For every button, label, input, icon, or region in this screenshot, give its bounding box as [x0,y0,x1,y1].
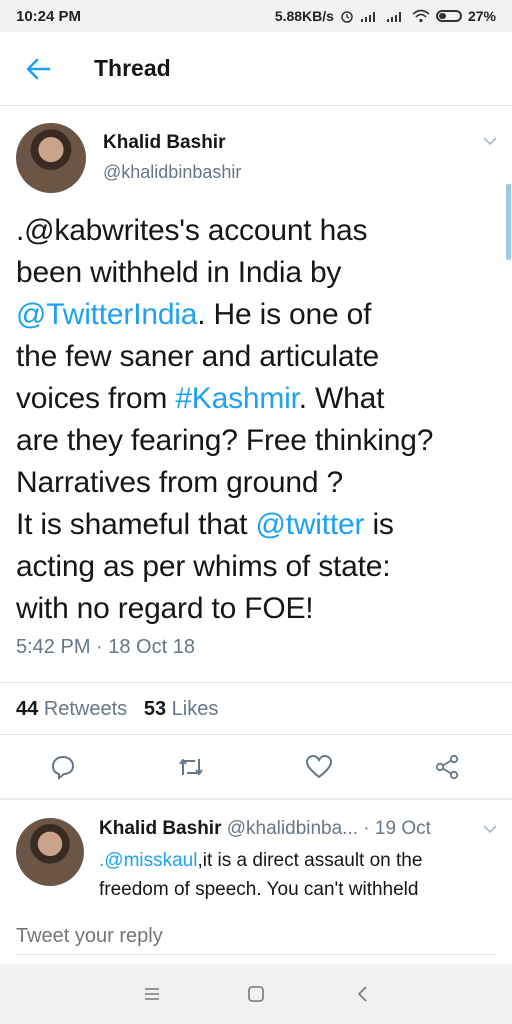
app-bar: Thread [0,32,512,106]
status-bar: 10:24 PM 5.88KB/s 27% [0,0,512,32]
menu-button[interactable] [138,982,166,1006]
chevron-down-icon[interactable] [483,824,497,834]
status-time: 10:24 PM [16,7,82,25]
likes-count: 53 [143,698,167,720]
author-name[interactable]: Khalid Bashir [103,132,225,154]
likes-label: Likes [171,698,219,720]
tweet-timestamp: 5:42 PM · 18 Oct 18 [16,636,195,658]
avatar[interactable] [16,123,86,193]
signal-icon [386,12,401,22]
divider [0,798,512,800]
tweet-link[interactable]: @TwitterIndia [16,298,197,331]
back-button[interactable] [18,49,58,89]
engagement-counts: 44 Retweets 53 Likes [16,698,218,721]
author-handle[interactable]: @khalidbinbashir [103,162,241,183]
network-speed: 5.88KB/s [274,8,334,24]
nav-back-button[interactable] [349,982,377,1006]
status-icons: 5.88KB/s 27% [275,8,496,24]
back-icon [357,986,367,1002]
reply-button[interactable] [47,751,79,783]
divider [16,954,496,955]
menu-icon [145,988,159,1000]
share-button[interactable] [431,751,463,783]
reply-tweet[interactable]: Khalid Bashir @khalidbinba... · 19 Oct .… [0,806,512,910]
divider [0,682,512,683]
home-button[interactable] [242,982,270,1006]
signal-icon [360,12,375,22]
retweets-label: Retweets [43,698,128,720]
wifi-icon [412,9,430,23]
likes-stat[interactable]: 53 Likes [144,698,219,720]
reply-text: .@misskaul,it is a direct assault on the… [99,846,499,904]
tweet-link[interactable]: #Kashmir [175,382,299,415]
tweet-actions [0,751,512,791]
home-icon [248,986,264,1002]
tweet-text-segment: .@kabwrites's account has been withheld … [16,214,368,289]
reply-mention-link[interactable]: .@misskaul [99,850,197,871]
like-icon [305,754,333,779]
divider [0,734,512,735]
arrow-left-icon [26,58,51,79]
reply-composer [0,910,512,962]
reply-input[interactable] [16,916,496,956]
reply-header: Khalid Bashir @khalidbinba... · 19 Oct [99,818,431,840]
retweets-count: 44 [16,698,39,720]
share-icon [435,754,459,780]
tweet-link[interactable]: @twitter [255,508,364,541]
chevron-down-icon[interactable] [483,136,497,146]
alarm-icon [341,11,353,23]
battery-icon [435,10,462,22]
reply-icon [51,755,75,780]
reply-meta: @khalidbinba... · 19 Oct [226,818,431,839]
retweet-icon [179,759,203,775]
page-title: Thread [94,55,171,81]
avatar[interactable] [16,818,84,886]
battery-level: 27% [467,8,496,24]
scrollbar[interactable] [506,184,511,260]
system-nav-bar [0,964,512,1024]
tweet-text: .@kabwrites's account has been withheld … [16,210,501,630]
retweets-stat[interactable]: 44 Retweets [16,698,127,720]
reply-author-name[interactable]: Khalid Bashir [99,818,221,839]
like-button[interactable] [303,751,335,783]
retweet-button[interactable] [175,751,207,783]
